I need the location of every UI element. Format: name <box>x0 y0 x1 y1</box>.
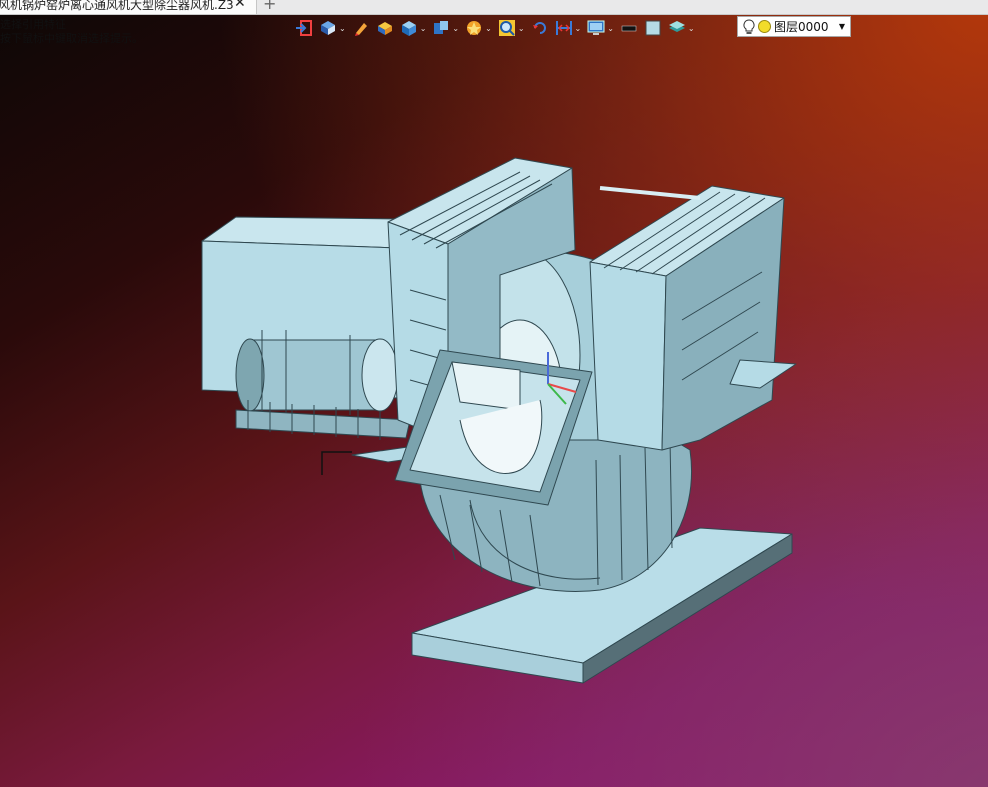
command-prompt: 选择引用特征 按下鼠标中键取消选择提示。 <box>0 18 143 46</box>
view-orient-button[interactable]: ⌄ <box>319 17 346 39</box>
layer-select[interactable]: 图层0000 ▼ <box>737 16 851 37</box>
fill-color-button[interactable] <box>644 17 662 39</box>
chevron-down-icon: ⌄ <box>485 23 492 33</box>
chevron-down-icon: ⌄ <box>607 23 614 33</box>
measure-icon <box>555 21 572 35</box>
sketch-button[interactable] <box>352 17 370 39</box>
view-orient-icon <box>321 21 335 35</box>
render-button[interactable]: ⌄ <box>465 17 492 39</box>
layer-name: 图层0000 <box>774 20 829 34</box>
zoom-button[interactable]: ⌄ <box>498 17 525 39</box>
fan-assembly-model[interactable] <box>0 0 988 787</box>
rotate-button[interactable] <box>531 17 549 39</box>
fill-color-icon <box>645 20 661 36</box>
pencil-icon <box>354 23 367 36</box>
chevron-down-icon: ⌄ <box>574 23 582 33</box>
layer-stack-button[interactable]: ⌄ <box>668 17 695 39</box>
add-tab-icon[interactable]: + <box>263 0 276 13</box>
section-icon <box>434 21 449 34</box>
exit-icon <box>296 20 312 36</box>
display-icon <box>587 20 605 35</box>
chevron-down-icon: ⌄ <box>687 23 695 33</box>
layer-stack-icon <box>668 21 685 32</box>
box-icon <box>377 22 392 35</box>
chevron-down-icon: ⌄ <box>452 23 460 33</box>
motor-cylinder[interactable] <box>235 330 399 418</box>
close-icon[interactable]: ✕ <box>234 0 246 11</box>
measure-button[interactable]: ⌄ <box>555 17 582 39</box>
chevron-down-icon[interactable]: ▼ <box>839 22 845 31</box>
render-icon <box>467 21 482 35</box>
exit-button[interactable] <box>295 17 313 39</box>
line-color-button[interactable] <box>620 17 638 39</box>
extrude-button[interactable] <box>376 17 394 39</box>
right-platform[interactable] <box>729 359 797 389</box>
document-tab[interactable]: 风机锅炉窑炉离心通风机大型除尘器风机.Z3 ✕ <box>0 0 257 14</box>
solid-button[interactable]: ⌄ <box>400 17 427 39</box>
cube-icon <box>401 21 416 36</box>
line-color-icon <box>621 25 637 32</box>
prompt-line-1: 选择引用特征 <box>0 18 66 31</box>
display-button[interactable]: ⌄ <box>587 17 614 39</box>
layer-color-dot <box>758 20 771 33</box>
right-inlet-box[interactable] <box>589 185 785 451</box>
lightbulb-icon[interactable] <box>743 18 755 35</box>
rotate-icon <box>532 22 546 34</box>
leader-line <box>321 451 352 475</box>
coupling-shaft[interactable] <box>599 186 701 200</box>
quick-toolbar: ⌄ ⌄ ⌄ ⌄ ⌄ ⌄ ⌄ ⌄ <box>295 16 701 40</box>
section-button[interactable]: ⌄ <box>432 17 459 39</box>
document-tab-title: 风机锅炉窑炉离心通风机大型除尘器风机.Z3 <box>0 0 234 12</box>
zoom-icon <box>498 20 515 36</box>
chevron-down-icon: ⌄ <box>419 23 427 33</box>
chevron-down-icon: ⌄ <box>339 23 346 33</box>
document-tab-bar: 风机锅炉窑炉离心通风机大型除尘器风机.Z3 ✕ + <box>0 0 988 15</box>
chevron-down-icon: ⌄ <box>517 23 525 33</box>
prompt-line-2: 按下鼠标中键取消选择提示。 <box>0 32 143 45</box>
